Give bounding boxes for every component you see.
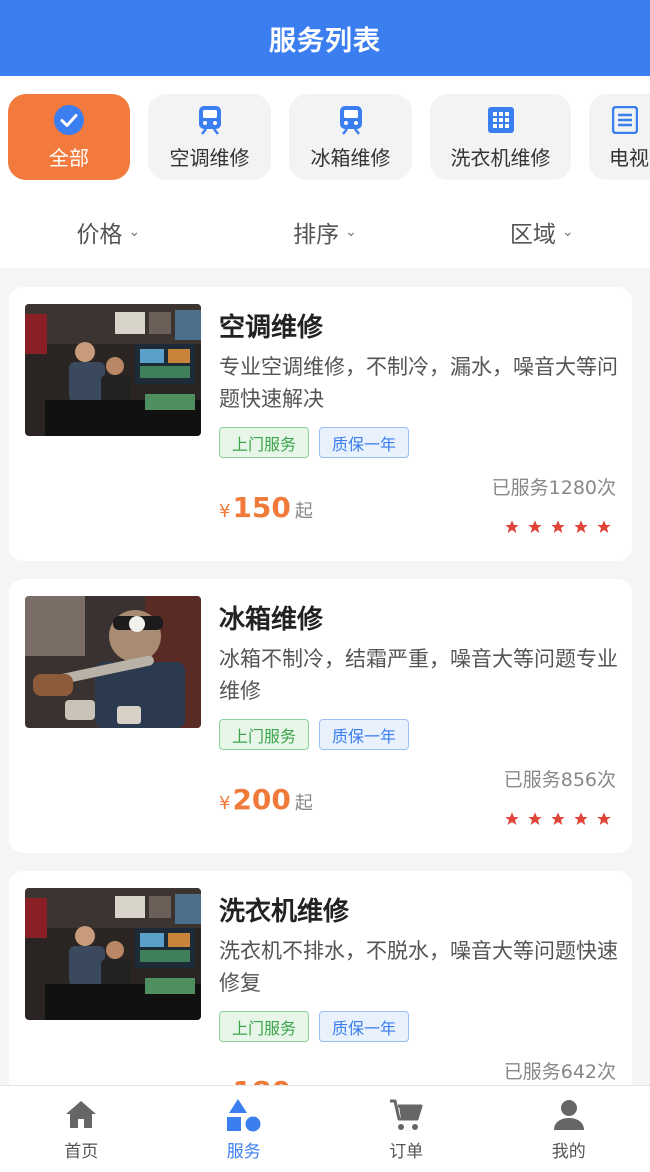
- chevron-down-icon: ⌄: [561, 224, 574, 240]
- category-label: 电视: [609, 145, 649, 170]
- category-label: 洗衣机维修: [450, 145, 551, 170]
- person-icon: [553, 1099, 584, 1130]
- category-all[interactable]: 全部: [8, 94, 130, 180]
- tag-warranty: 质保一年: [319, 427, 410, 458]
- filter-price[interactable]: 价格 ⌄: [0, 215, 217, 249]
- tag-onsite: 上门服务: [219, 719, 310, 750]
- tab-services[interactable]: 服务: [163, 1086, 326, 1172]
- bottom-tab-bar: 首页 服务 订单 我的: [0, 1085, 650, 1172]
- service-description: 冰箱不制冷，结霜严重，噪音大等问题专业维修: [219, 647, 618, 703]
- category-air-conditioner[interactable]: 空调维修: [148, 94, 271, 180]
- star-icon: [505, 812, 519, 825]
- service-title: 冰箱维修: [219, 605, 324, 635]
- category-bar[interactable]: 全部 空调维修 冰箱维修 洗衣机维修 电视: [0, 76, 650, 196]
- price-value: 150: [232, 491, 291, 524]
- list-icon: [609, 104, 641, 136]
- filter-label: 区域: [509, 222, 556, 248]
- service-price: ¥ 200 起: [219, 783, 313, 816]
- star-icon: [597, 520, 611, 533]
- category-label: 全部: [49, 145, 89, 170]
- filter-bar: 价格 ⌄ 排序 ⌄ 区域 ⌄: [0, 196, 650, 268]
- star-icon: [528, 812, 542, 825]
- check-circle-icon: [53, 104, 85, 136]
- filter-label: 排序: [293, 222, 340, 248]
- rating-stars: [504, 519, 612, 535]
- chevron-down-icon: ⌄: [345, 224, 357, 240]
- tag-onsite: 上门服务: [219, 427, 310, 458]
- star-icon: [551, 520, 565, 533]
- service-card[interactable]: 冰箱维修 冰箱不制冷，结霜严重，噪音大等问题专业维修 上门服务 质保一年 已服务…: [9, 579, 632, 853]
- cart-icon: [390, 1099, 423, 1130]
- train-icon: [335, 104, 367, 136]
- service-description: 专业空调维修，不制冷，漏水，噪音大等问题快速解决: [219, 355, 618, 411]
- served-count: 已服务642次: [503, 1061, 616, 1083]
- filter-area[interactable]: 区域 ⌄: [433, 215, 650, 249]
- service-thumbnail: [25, 888, 201, 1020]
- tab-label: 订单: [389, 1141, 424, 1162]
- star-icon: [597, 812, 611, 825]
- currency-symbol: ¥: [219, 793, 231, 814]
- service-title: 空调维修: [219, 313, 324, 343]
- train-icon: [194, 104, 226, 136]
- service-tags: 上门服务 质保一年: [219, 427, 410, 458]
- currency-symbol: ¥: [219, 501, 231, 522]
- star-icon: [528, 520, 542, 533]
- category-refrigerator[interactable]: 冰箱维修: [289, 94, 412, 180]
- tag-warranty: 质保一年: [319, 1011, 410, 1042]
- service-title: 洗衣机维修: [219, 897, 350, 927]
- price-suffix: 起: [294, 501, 313, 522]
- tab-orders[interactable]: 订单: [325, 1086, 488, 1172]
- filter-label: 价格: [76, 222, 123, 248]
- service-price: ¥ 150 起: [219, 491, 313, 524]
- grid-icon: [485, 104, 517, 136]
- service-tags: 上门服务 质保一年: [219, 1011, 410, 1042]
- rating-stars: [504, 811, 612, 827]
- tab-home[interactable]: 首页: [0, 1086, 163, 1172]
- served-count: 已服务1280次: [491, 477, 616, 499]
- tab-label: 服务: [226, 1141, 261, 1162]
- star-icon: [551, 812, 565, 825]
- tag-onsite: 上门服务: [219, 1011, 310, 1042]
- service-description: 洗衣机不排水，不脱水，噪音大等问题快速修复: [219, 939, 618, 995]
- filter-sort[interactable]: 排序 ⌄: [217, 215, 434, 249]
- category-label: 空调维修: [169, 145, 250, 170]
- service-card[interactable]: 空调维修 专业空调维修，不制冷，漏水，噪音大等问题快速解决 上门服务 质保一年 …: [9, 287, 632, 561]
- service-tags: 上门服务 质保一年: [219, 719, 410, 750]
- service-thumbnail: [25, 304, 201, 436]
- price-value: 200: [232, 783, 291, 816]
- page-title: 服务列表: [269, 25, 381, 57]
- chevron-down-icon: ⌄: [128, 224, 141, 240]
- home-icon: [66, 1100, 97, 1128]
- shapes-icon: [226, 1098, 261, 1131]
- star-icon: [574, 812, 588, 825]
- star-icon: [505, 520, 519, 533]
- service-thumbnail: [25, 596, 201, 728]
- category-label: 冰箱维修: [310, 145, 391, 170]
- page-header: 服务列表: [0, 0, 650, 76]
- tab-label: 首页: [64, 1141, 99, 1162]
- served-count: 已服务856次: [503, 769, 616, 791]
- category-washing-machine[interactable]: 洗衣机维修: [430, 94, 571, 180]
- tab-label: 我的: [551, 1141, 586, 1162]
- price-suffix: 起: [294, 793, 313, 814]
- star-icon: [574, 520, 588, 533]
- category-tv[interactable]: 电视: [589, 94, 650, 180]
- tag-warranty: 质保一年: [319, 719, 410, 750]
- tab-profile[interactable]: 我的: [488, 1086, 650, 1172]
